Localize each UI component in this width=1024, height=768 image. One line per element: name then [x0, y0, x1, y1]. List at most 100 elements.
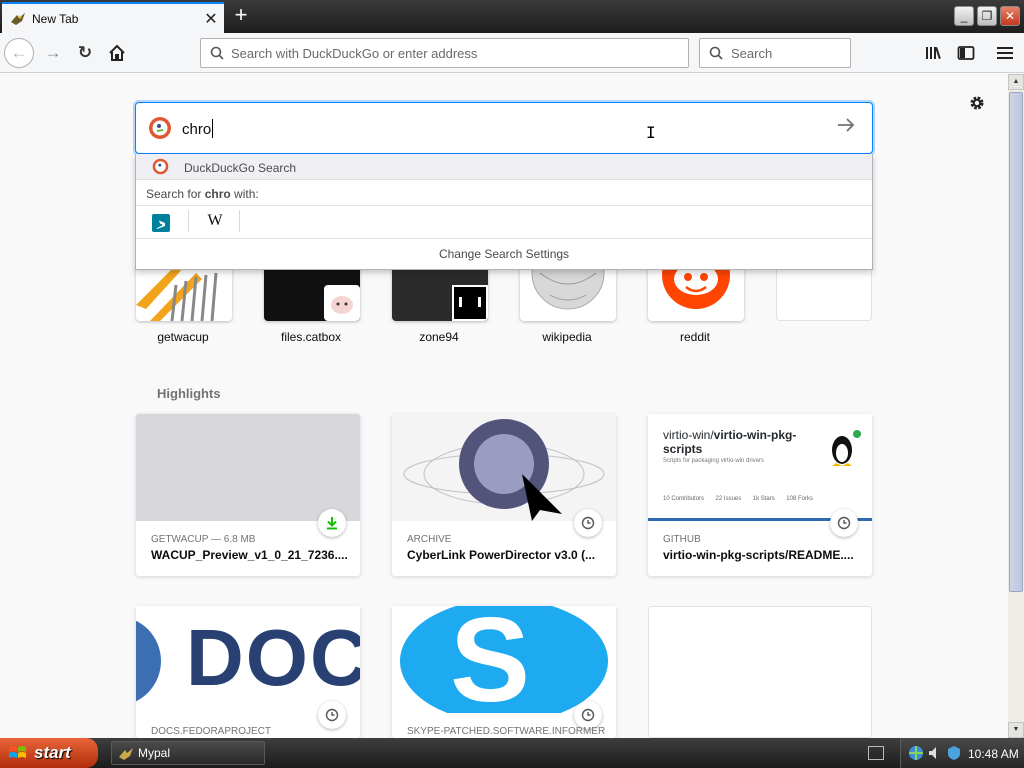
clock-icon	[830, 509, 858, 537]
tab-close-button[interactable]: ✕	[202, 9, 220, 29]
address-bar-placeholder: Search with DuckDuckGo or enter address	[231, 45, 478, 61]
duckduckgo-icon	[149, 117, 171, 139]
restore-button[interactable]: ❐	[977, 6, 997, 26]
highlight-card-empty	[648, 606, 872, 738]
security-icon[interactable]	[947, 745, 961, 761]
top-site-label: wikipedia	[542, 330, 592, 344]
scroll-thumb[interactable]	[1009, 92, 1023, 592]
getwacup-logo	[136, 265, 232, 321]
start-label: start	[34, 743, 71, 762]
top-site-empty	[776, 265, 872, 321]
text-caret	[212, 119, 213, 138]
top-site-label: reddit	[679, 330, 711, 344]
search-icon	[210, 46, 224, 60]
repo-stat: 1k Stars	[752, 496, 775, 502]
download-icon	[318, 509, 346, 537]
top-site-files-catbox[interactable]	[264, 265, 360, 321]
clock: 10:48 AM	[968, 747, 1019, 761]
taskbar-item-label: Mypal	[138, 746, 171, 760]
address-bar[interactable]: Search with DuckDuckGo or enter address	[200, 38, 689, 68]
new-tab-button[interactable]: +	[228, 4, 254, 28]
taskbar-item-mypal[interactable]: Mypal	[111, 741, 265, 765]
repo-stat: 10 Contributors	[663, 496, 705, 502]
repo-owner: virtio-win/	[663, 428, 714, 442]
start-button[interactable]: start	[0, 738, 98, 768]
sidebar-button[interactable]	[951, 38, 981, 68]
customize-button[interactable]	[966, 94, 988, 116]
home-icon	[109, 44, 125, 61]
card-context: GITHUB	[663, 534, 701, 545]
highlight-card[interactable]: ARCHIVE CyberLink PowerDirector v3.0 (..…	[392, 414, 616, 576]
navigation-toolbar: ← → ↻ Search with DuckDuckGo or enter ad…	[0, 33, 1024, 73]
wikipedia-globe-icon	[531, 265, 605, 310]
clock-icon	[574, 509, 602, 537]
bing-icon[interactable]	[152, 214, 170, 232]
mypal-icon	[119, 748, 133, 760]
scroll-up-button[interactable]: ▲	[1008, 74, 1024, 90]
highlight-card[interactable]: DOC DOCS.FEDORAPROJECT	[136, 606, 360, 738]
vertical-scrollbar[interactable]: ▲ ▼	[1008, 74, 1024, 738]
tab-title: New Tab	[32, 11, 79, 26]
card-context: SKYPE-PATCHED.SOFTWARE.INFORMER	[407, 726, 606, 737]
reload-button[interactable]: ↻	[70, 38, 100, 68]
top-site-getwacup[interactable]	[136, 265, 232, 321]
newtab-search-input[interactable]: chro I	[135, 102, 873, 154]
top-site-zone94[interactable]	[392, 265, 488, 321]
volume-icon[interactable]	[927, 745, 943, 761]
clock-icon	[318, 701, 346, 729]
search-icon	[709, 46, 723, 60]
zone94-icon	[452, 285, 488, 321]
tab-new-tab[interactable]: New Tab ✕	[2, 2, 224, 33]
tab-strip: New Tab ✕ + _ ❐ ✕	[0, 0, 1024, 33]
catbox-icon	[324, 285, 360, 321]
card-title: WACUP_Preview_v1_0_21_7236....	[151, 548, 348, 562]
search-bar[interactable]: Search	[699, 38, 851, 68]
highlight-card[interactable]: GETWACUP — 6.8 MB WACUP_Preview_v1_0_21_…	[136, 414, 360, 576]
repo-description: Scripts for packaging virtio-win drivers	[663, 458, 765, 464]
top-site-wikipedia[interactable]	[520, 265, 616, 321]
highlights-heading: Highlights	[157, 386, 221, 401]
repo-stats: 10 Contributors 22 Issues 1k Stars 108 F…	[663, 496, 813, 502]
library-button[interactable]	[919, 38, 949, 68]
menu-button[interactable]	[990, 38, 1020, 68]
search-for-label: Search for chro with:	[146, 187, 259, 201]
back-button[interactable]: ←	[4, 38, 34, 68]
top-site-label: files.catbox	[280, 330, 342, 344]
home-button[interactable]	[102, 38, 132, 68]
scroll-down-button[interactable]: ▼	[1008, 722, 1024, 738]
highlight-card[interactable]: virtio-win/virtio-win-pkg-scripts Script…	[648, 414, 872, 576]
search-input-value: chro	[182, 121, 212, 138]
card-preview	[136, 414, 360, 521]
highlight-card[interactable]: S SKYPE-PATCHED.SOFTWARE.INFORMER	[392, 606, 616, 738]
repo-stat: 108 Forks	[786, 496, 813, 502]
top-site-reddit[interactable]	[648, 265, 744, 321]
card-preview: DOC	[136, 606, 360, 713]
network-icon[interactable]	[907, 745, 925, 761]
divider	[239, 210, 240, 232]
divider	[136, 238, 872, 239]
ibeam-cursor: I	[646, 123, 656, 142]
search-engine-label: DuckDuckGo Search	[184, 161, 297, 175]
forward-button[interactable]: →	[38, 38, 68, 68]
library-icon	[926, 46, 941, 60]
keyboard-icon[interactable]	[868, 746, 884, 760]
tux-icon	[832, 430, 861, 466]
skype-logo: S	[450, 606, 531, 713]
card-preview: S	[392, 606, 616, 713]
card-context: GETWACUP — 6.8 MB	[151, 534, 256, 545]
windows-logo-icon	[9, 746, 26, 758]
hamburger-icon	[997, 47, 1013, 59]
wikipedia-icon[interactable]: W	[204, 212, 226, 234]
search-submit-button[interactable]	[836, 116, 856, 139]
duckduckgo-icon	[152, 158, 169, 175]
card-preview: virtio-win/virtio-win-pkg-scripts Script…	[648, 414, 872, 521]
repo-stat: 22 Issues	[715, 496, 742, 502]
arrow-right-icon	[838, 118, 855, 132]
divider	[188, 210, 189, 232]
minimize-button[interactable]: _	[954, 6, 974, 26]
divider	[136, 205, 872, 206]
close-window-button[interactable]: ✕	[1000, 6, 1020, 26]
change-search-settings-button[interactable]: Change Search Settings	[136, 247, 872, 261]
search-engine-row[interactable]: DuckDuckGo Search	[136, 154, 872, 180]
card-context: DOCS.FEDORAPROJECT	[151, 726, 272, 737]
